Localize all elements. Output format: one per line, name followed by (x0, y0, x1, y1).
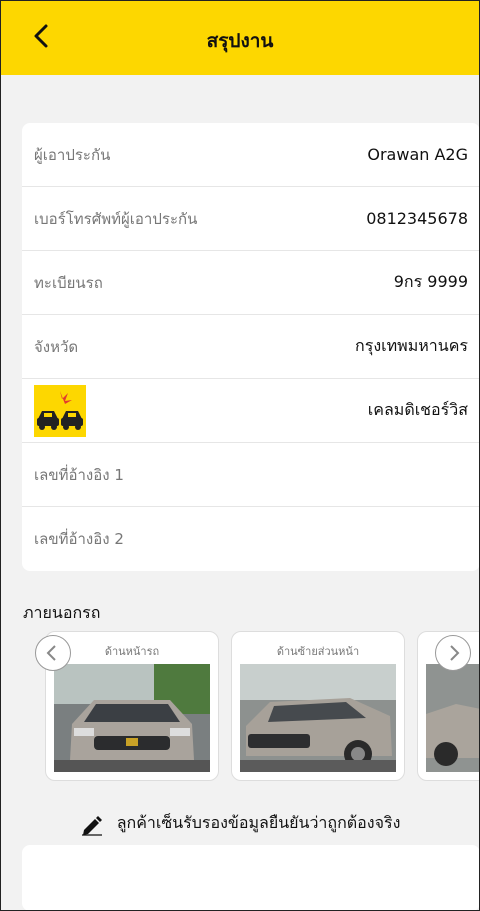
row-insured-name: ผู้เอาประกัน Orawan A2G (22, 123, 479, 187)
signature-pad[interactable] (22, 845, 479, 910)
pen-icon (80, 812, 104, 836)
chevron-left-icon (46, 645, 56, 661)
car-left-front-photo (240, 664, 396, 772)
car-left-side-photo (426, 664, 479, 772)
section-title-exterior: ภายนอกรถ (23, 603, 101, 622)
claim-type-value: เคลมดิเชอร์วิส (367, 400, 468, 419)
row-license-plate: ทะเบียนรถ 9กร 9999 (22, 251, 479, 315)
car-collision-icon (34, 384, 86, 437)
reference-1-label: เลขที่อ้างอิง 1 (34, 465, 124, 484)
photo-carousel[interactable]: ด้านหน้ารถ ด้านซ้ายส่วนหน้า (23, 631, 479, 781)
row-reference-2: เลขที่อ้างอิง 2 (22, 507, 479, 571)
insured-phone-label: เบอร์โทรศัพท์ผู้เอาประกัน (34, 209, 198, 228)
row-claim-type: เคลมดิเชอร์วิส (22, 379, 479, 443)
details-card: ผู้เอาประกัน Orawan A2G เบอร์โทรศัพท์ผู้… (22, 123, 479, 571)
row-insured-phone: เบอร์โทรศัพท์ผู้เอาประกัน 0812345678 (22, 187, 479, 251)
insured-name-value: Orawan A2G (367, 145, 468, 164)
car-front-photo (54, 664, 210, 772)
carousel-prev-button[interactable] (35, 635, 71, 671)
photo-caption: ด้านหน้ารถ (104, 645, 160, 658)
photo-caption: ด้านซ้ายส่วนหน้า (276, 645, 360, 658)
insured-phone-value: 0812345678 (366, 209, 468, 228)
chevron-right-icon (450, 645, 460, 661)
page-title: สรุปงาน (206, 30, 274, 52)
signature-instruction: ลูกค้าเซ็นรับรองข้อมูลยืนยันว่าถูกต้องจร… (1, 811, 479, 836)
photo-card-left-front[interactable]: ด้านซ้ายส่วนหน้า (231, 631, 405, 781)
row-province: จังหวัด กรุงเทพมหานคร (22, 315, 479, 379)
row-reference-1: เลขที่อ้างอิง 1 (22, 443, 479, 507)
license-plate-label: ทะเบียนรถ (34, 273, 103, 292)
screen: สรุปงาน ผู้เอาประกัน Orawan A2G เบอร์โทร… (0, 0, 480, 911)
photo-card-front[interactable]: ด้านหน้ารถ (45, 631, 219, 781)
carousel-next-button[interactable] (435, 635, 471, 671)
header-bar: สรุปงาน (1, 1, 479, 75)
insured-name-label: ผู้เอาประกัน (34, 145, 111, 164)
signature-label: ลูกค้าเซ็นรับรองข้อมูลยืนยันว่าถูกต้องจร… (116, 813, 401, 832)
province-value: กรุงเทพมหานคร (355, 336, 468, 355)
province-label: จังหวัด (34, 337, 79, 356)
license-plate-value: 9กร 9999 (393, 272, 468, 291)
reference-2-label: เลขที่อ้างอิง 2 (34, 530, 124, 548)
